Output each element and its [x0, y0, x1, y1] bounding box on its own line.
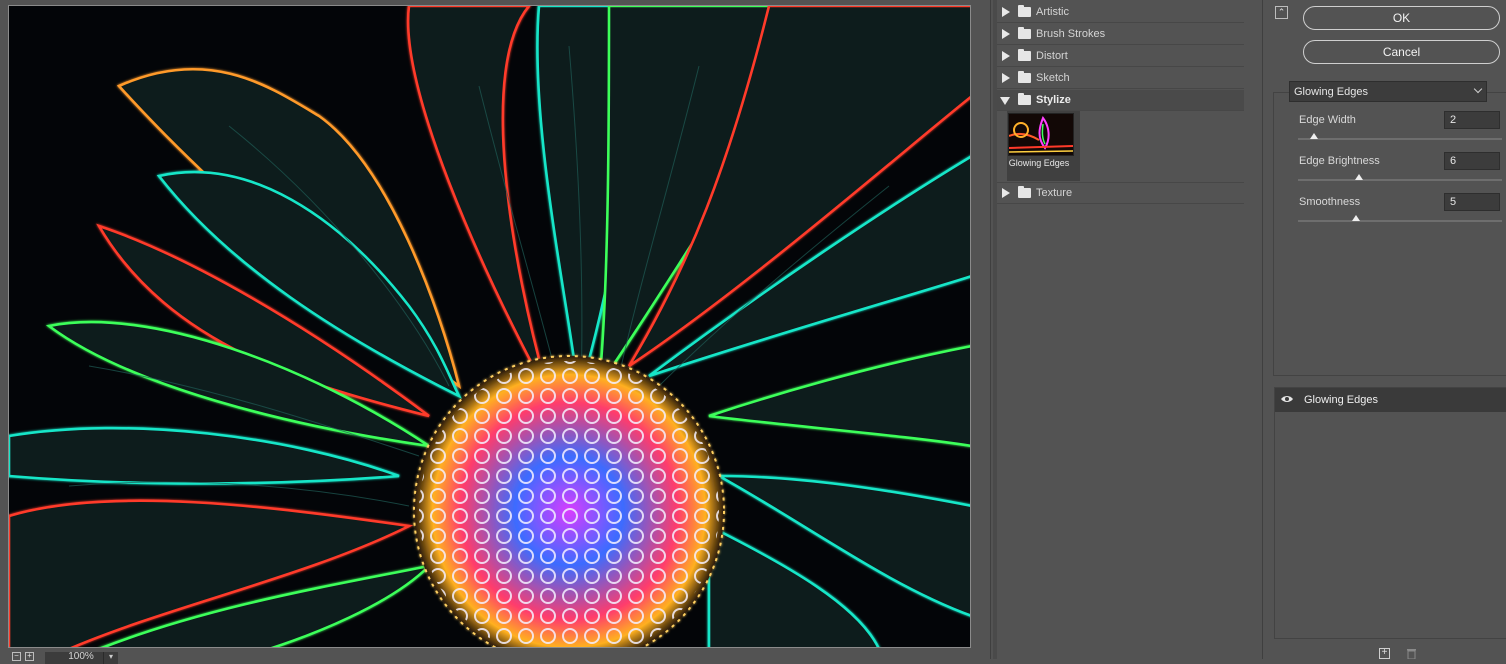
edge-brightness-slider[interactable] — [1298, 174, 1502, 181]
smoothness-label: Smoothness — [1299, 196, 1361, 208]
settings-panel: ⌃ OK Cancel Glowing Edges Edge Width 2 E… — [1266, 0, 1506, 659]
expand-arrow-icon — [1002, 188, 1010, 198]
effect-layers-list: Glowing Edges — [1274, 387, 1506, 639]
trash-icon[interactable] — [1406, 648, 1417, 659]
chevron-down-icon — [1473, 84, 1483, 94]
category-brush-strokes[interactable]: Brush Strokes — [997, 24, 1244, 45]
folder-icon — [1018, 49, 1031, 61]
category-stylize[interactable]: Stylize — [997, 90, 1244, 111]
new-effect-layer-icon[interactable]: + — [1379, 648, 1390, 659]
preview-pane: − + 100% ▾ — [0, 0, 990, 664]
divider — [990, 0, 991, 659]
edge-brightness-label: Edge Brightness — [1299, 155, 1380, 167]
expand-arrow-icon — [1002, 7, 1010, 17]
folder-icon — [1018, 186, 1031, 198]
category-label: Brush Strokes — [1036, 28, 1106, 40]
zoom-out-button[interactable]: − — [12, 652, 21, 661]
effect-layer-row[interactable]: Glowing Edges — [1275, 388, 1506, 412]
smoothness-input[interactable]: 5 — [1444, 193, 1500, 211]
edge-width-slider[interactable] — [1298, 133, 1502, 140]
filter-settings-box — [1273, 92, 1506, 376]
category-label: Sketch — [1036, 72, 1070, 84]
filter-gallery: Artistic Brush Strokes Distort Sketch St… — [997, 0, 1262, 659]
category-texture[interactable]: Texture — [997, 183, 1244, 204]
category-artistic[interactable]: Artistic — [997, 2, 1244, 23]
zoom-dropdown-button[interactable]: ▾ — [103, 652, 118, 664]
category-label: Stylize — [1036, 94, 1071, 106]
category-label: Artistic — [1036, 6, 1069, 18]
category-label: Distort — [1036, 50, 1068, 62]
divider — [1262, 0, 1263, 659]
filter-thumbnail-glowing-edges[interactable]: Glowing Edges — [1007, 111, 1080, 181]
expand-arrow-icon — [1002, 51, 1010, 61]
edge-brightness-input[interactable]: 6 — [1444, 152, 1500, 170]
thumbnail-image — [1008, 113, 1074, 156]
thumbnail-label: Glowing Edges — [1008, 158, 1070, 168]
filter-select[interactable]: Glowing Edges — [1289, 81, 1487, 102]
folder-icon — [1018, 71, 1031, 83]
effect-layer-label: Glowing Edges — [1304, 394, 1378, 406]
expand-arrow-icon — [1002, 73, 1010, 83]
glowing-edges-flower-image — [9, 6, 970, 647]
folder-icon — [1018, 5, 1031, 17]
cancel-button[interactable]: Cancel — [1303, 40, 1500, 64]
collapse-arrow-icon — [1000, 97, 1010, 105]
slider-thumb[interactable] — [1352, 215, 1360, 221]
slider-thumb[interactable] — [1310, 133, 1318, 139]
edge-width-label: Edge Width — [1299, 114, 1356, 126]
zoom-in-button[interactable]: + — [25, 652, 34, 661]
folder-open-icon — [1018, 93, 1031, 105]
preview-image[interactable] — [8, 5, 971, 648]
folder-icon — [1018, 27, 1031, 39]
ok-button[interactable]: OK — [1303, 6, 1500, 30]
smoothness-slider[interactable] — [1298, 215, 1502, 222]
eye-icon[interactable] — [1281, 395, 1293, 403]
category-sketch[interactable]: Sketch — [997, 68, 1244, 89]
category-label: Texture — [1036, 187, 1073, 199]
slider-thumb[interactable] — [1355, 174, 1363, 180]
category-distort[interactable]: Distort — [997, 46, 1244, 67]
stylize-thumbnails: Glowing Edges — [997, 110, 1244, 183]
collapse-gallery-button[interactable]: ⌃ — [1275, 6, 1288, 19]
edge-width-input[interactable]: 2 — [1444, 111, 1500, 129]
expand-arrow-icon — [1002, 29, 1010, 39]
filter-select-value: Glowing Edges — [1294, 86, 1368, 98]
